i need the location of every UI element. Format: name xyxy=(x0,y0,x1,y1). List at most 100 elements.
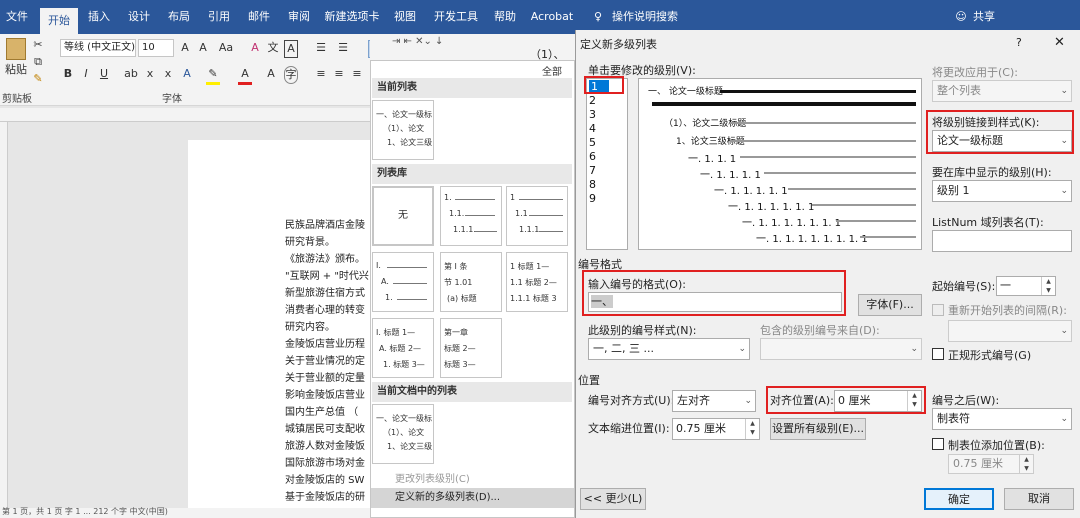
tell-me-search[interactable]: 操作说明搜索 xyxy=(610,0,680,34)
format-painter-icon[interactable]: ✎ xyxy=(32,71,44,87)
menu-define-new-list[interactable]: 定义新的多级列表(D)... xyxy=(371,488,574,508)
tab-mailings[interactable]: 邮件 xyxy=(240,0,278,34)
font-size-select[interactable]: 10 xyxy=(138,39,174,57)
user-icon: ☺ xyxy=(955,10,967,23)
char-border-icon[interactable]: A xyxy=(284,40,298,58)
bold-icon[interactable]: B xyxy=(62,66,74,82)
align-left-icon[interactable]: ≡ xyxy=(314,66,328,82)
vertical-ruler[interactable] xyxy=(0,122,8,508)
level-item[interactable]: 8 xyxy=(589,178,596,191)
thumb-text: 第一章 xyxy=(444,328,468,337)
doc-line: 影响金陵饭店营业 xyxy=(285,390,365,401)
list-none[interactable]: 无 xyxy=(372,186,434,246)
spinner-arrows-icon[interactable]: ▲ ▼ xyxy=(907,391,921,411)
shrink-font-icon[interactable]: A xyxy=(196,40,210,56)
spinner-arrows-icon[interactable]: ▲ ▼ xyxy=(1041,277,1055,295)
font-color-icon[interactable]: A xyxy=(238,66,252,85)
ok-button[interactable]: 确定 xyxy=(924,488,994,510)
help-button[interactable]: ? xyxy=(1016,36,1022,49)
phonetic-icon[interactable]: 文 xyxy=(266,40,280,56)
gallery-filter[interactable]: 全部 xyxy=(542,63,562,78)
text-effect-icon[interactable]: A xyxy=(180,66,194,82)
menu-change-level[interactable]: 更改列表级别(C) xyxy=(371,470,574,490)
tabstop-checkbox[interactable] xyxy=(932,438,944,450)
horizontal-ruler[interactable] xyxy=(0,108,370,122)
tab-acrobat[interactable]: Acrobat xyxy=(528,0,576,34)
list-numeric[interactable]: 1. 1.1. 1.1.1. xyxy=(440,186,502,246)
char-shading-icon[interactable]: A xyxy=(264,66,278,82)
number-style-select[interactable]: 一, 二, 三 ... ⌄ xyxy=(588,338,750,360)
tab-developer[interactable]: 开发工具 xyxy=(428,0,484,34)
indent-spinner[interactable]: 0.75 厘米 ▲ ▼ xyxy=(672,418,760,440)
level-item[interactable]: 6 xyxy=(589,150,596,163)
spinner-arrows-icon[interactable]: ▲ ▼ xyxy=(745,419,759,439)
strikethrough-icon[interactable]: ab xyxy=(124,66,138,82)
align-right-icon[interactable]: ≡ xyxy=(350,66,364,82)
cancel-button[interactable]: 取消 xyxy=(1004,488,1074,510)
font-name-select[interactable]: 等线 (中文正文) xyxy=(60,39,136,57)
tab-home[interactable]: 开始 xyxy=(40,8,78,34)
format-input[interactable]: 一、 xyxy=(588,292,842,312)
level-item[interactable]: 3 xyxy=(589,108,596,121)
follow-select[interactable]: 制表符 ⌄ xyxy=(932,408,1072,430)
cut-icon[interactable]: ✂ xyxy=(32,37,44,53)
tab-view[interactable]: 视图 xyxy=(388,0,422,34)
grow-font-icon[interactable]: A xyxy=(178,40,192,56)
restart-checkbox[interactable] xyxy=(932,304,944,316)
apply-to-select[interactable]: 整个列表 ⌄ xyxy=(932,80,1072,102)
paste-icon[interactable] xyxy=(6,38,26,60)
list-heading-roman[interactable]: I. 标题 1— A. 标题 2— 1. 标题 3— xyxy=(372,318,434,378)
gallery-level-select[interactable]: 级别 1 ⌄ xyxy=(932,180,1072,202)
font-button[interactable]: 字体(F)... xyxy=(858,294,922,316)
tab-insert[interactable]: 插入 xyxy=(80,0,118,34)
superscript-icon[interactable]: x xyxy=(162,66,174,82)
list-article[interactable]: 第 Ⅰ 条 节 1.01 (a) 标题 xyxy=(440,252,502,312)
set-all-levels-button[interactable]: 设置所有级别(E)... xyxy=(770,418,866,440)
level-item[interactable]: 5 xyxy=(589,136,596,149)
share-button[interactable]: 共享 xyxy=(970,0,998,34)
align-select[interactable]: 左对齐 ⌄ xyxy=(672,390,756,412)
highlight-icon[interactable]: ✎ xyxy=(206,66,220,85)
restart-select[interactable]: ⌄ xyxy=(948,320,1072,342)
current-list-thumb[interactable]: 一、论文一级标 （1）、论文 1、论文三级 xyxy=(372,100,434,160)
list-chapter[interactable]: 第一章 标题 2— 标题 3— xyxy=(440,318,502,378)
italic-icon[interactable]: I xyxy=(80,66,92,82)
tab-references[interactable]: 引用 xyxy=(200,0,238,34)
doc-list-thumb[interactable]: 一、论文一级标 （1）、论文 1、论文三级 xyxy=(372,404,434,464)
level-item[interactable]: 4 xyxy=(589,122,596,135)
less-button[interactable]: << 更少(L) xyxy=(580,488,646,510)
link-style-select[interactable]: 论文一级标题 ⌄ xyxy=(932,130,1072,152)
tab-design[interactable]: 设计 xyxy=(120,0,158,34)
doc-line: 民族品牌酒店金陵 xyxy=(285,220,365,231)
bullets-icon[interactable]: ☰ xyxy=(314,40,328,56)
close-button[interactable]: ✕ xyxy=(1054,35,1065,50)
align-center-icon[interactable]: ≡ xyxy=(332,66,346,82)
subscript-icon[interactable]: x xyxy=(144,66,156,82)
level-item[interactable]: 7 xyxy=(589,164,596,177)
level-item[interactable]: 2 xyxy=(589,94,596,107)
tab-file[interactable]: 文件 xyxy=(0,0,34,34)
list-heading-numeric[interactable]: 1 标题 1— 1.1 标题 2— 1.1.1 标题 3 xyxy=(506,252,568,312)
enclose-char-icon[interactable]: 字 xyxy=(284,66,298,84)
tabstop-spinner[interactable]: 0.75 厘米 ▲ ▼ xyxy=(948,454,1034,474)
indent-icon[interactable]: ⇥ ⇤ ✕⌄ ↓ xyxy=(392,36,443,47)
include-from-select[interactable]: ⌄ xyxy=(760,338,922,360)
change-case-icon[interactable]: Aa xyxy=(216,40,236,56)
clear-format-icon[interactable]: A xyxy=(248,40,262,56)
spinner-arrows-icon[interactable]: ▲ ▼ xyxy=(1019,455,1033,473)
listnum-input[interactable] xyxy=(932,230,1072,252)
tab-review[interactable]: 审阅 xyxy=(280,0,318,34)
tab-new[interactable]: 新建选项卡 xyxy=(320,0,384,34)
list-roman[interactable]: I. A. 1. xyxy=(372,252,434,312)
tab-help[interactable]: 帮助 xyxy=(488,0,522,34)
aligned-at-spinner[interactable]: 0 厘米 ▲ ▼ xyxy=(834,390,922,412)
legal-checkbox[interactable] xyxy=(932,348,944,360)
list-numeric-2[interactable]: 1 1.1 1.1.1 xyxy=(506,186,568,246)
level-item[interactable]: 9 xyxy=(589,192,596,205)
numbering-icon[interactable]: ☰ xyxy=(336,40,350,56)
paste-button[interactable]: 粘贴 xyxy=(2,62,30,78)
tab-layout[interactable]: 布局 xyxy=(160,0,198,34)
start-at-spinner[interactable]: 一 ▲ ▼ xyxy=(996,276,1056,296)
underline-icon[interactable]: U xyxy=(98,66,110,82)
copy-icon[interactable]: ⧉ xyxy=(32,54,44,70)
